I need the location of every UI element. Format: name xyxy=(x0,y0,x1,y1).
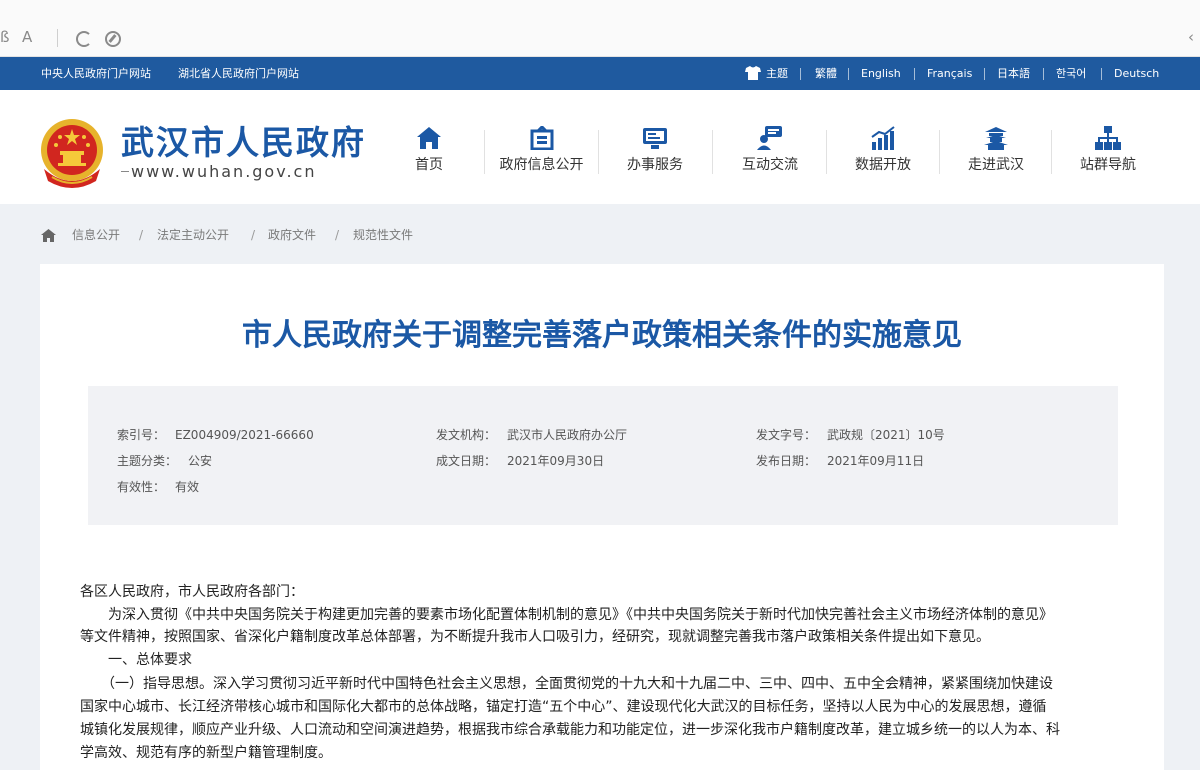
nav-divider xyxy=(1051,130,1052,174)
meta-publish-date-value: 2021年09月11日 xyxy=(827,454,925,468)
nav-divider xyxy=(826,130,827,174)
meta-doc-number-label: 发文字号： xyxy=(756,428,817,442)
nav-label: 走进武汉 xyxy=(968,157,1024,173)
domain-rule xyxy=(121,171,129,172)
breadcrumb-item[interactable]: 法定主动公开 xyxy=(157,228,229,243)
nav-label: 站群导航 xyxy=(1080,157,1136,173)
link-french[interactable]: Français xyxy=(927,66,972,81)
nav-divider xyxy=(712,130,713,174)
nav-label: 互动交流 xyxy=(742,157,798,173)
link-hubei-government[interactable]: 湖北省人民政府门户网站 xyxy=(178,66,299,81)
nav-site-groups[interactable]: 站群导航 xyxy=(1071,126,1145,178)
document-title: 市人民政府关于调整完善落户政策相关条件的实施意见 xyxy=(242,318,962,353)
link-korean[interactable]: 한국어 xyxy=(1056,66,1086,81)
top-bar-divider xyxy=(800,68,801,80)
nav-open-data[interactable]: 数据开放 xyxy=(846,126,920,178)
body-paragraph: 国家中心城市、长江经济带核心城市和国际化大都市的总体战略，锚定打造“五个中心”、… xyxy=(80,699,1047,715)
nav-interaction[interactable]: 互动交流 xyxy=(733,126,807,178)
chat-people-icon xyxy=(757,126,782,150)
meta-issuer-label: 发文机构： xyxy=(436,428,497,442)
bar-chart-icon xyxy=(871,126,895,150)
nav-services[interactable]: 办事服务 xyxy=(618,126,692,178)
meta-validity-value: 有效 xyxy=(175,480,200,494)
nav-label: 数据开放 xyxy=(855,157,911,173)
breadcrumb: 信息公开 / 法定主动公开 / 政府文件 / 规范性文件 xyxy=(0,204,1200,264)
breadcrumb-separator: / xyxy=(139,228,144,242)
back-icon[interactable]: ß xyxy=(0,28,9,46)
info-board-icon xyxy=(530,126,553,150)
nav-about-wuhan[interactable]: 走进武汉 xyxy=(959,126,1033,178)
body-paragraph: （一）指导思想。深入学习贯彻习近平新时代中国特色社会主义思想，全面贯彻党的十九大… xyxy=(80,676,1053,692)
top-bar-divider xyxy=(914,68,915,80)
nav-home[interactable]: 首页 xyxy=(404,126,454,178)
breadcrumb-item[interactable]: 规范性文件 xyxy=(353,228,413,243)
browser-toolbar: ß A ‹ xyxy=(0,0,1200,57)
meta-category-value: 公安 xyxy=(188,454,213,468)
meta-written-date-label: 成文日期： xyxy=(436,454,497,468)
link-japanese[interactable]: 日本語 xyxy=(997,66,1030,81)
breadcrumb-item[interactable]: 政府文件 xyxy=(268,228,316,243)
body-paragraph: 为深入贯彻《中共中央国务院关于构建更加完善的要素市场化配置体制机制的意见》《中共… xyxy=(80,607,1053,623)
link-german[interactable]: Deutsch xyxy=(1114,66,1159,81)
top-bar-divider xyxy=(984,68,985,80)
nav-divider xyxy=(484,130,485,174)
nav-label: 首页 xyxy=(415,157,443,173)
body-paragraph: 各区人民政府，市人民政府各部门： xyxy=(80,584,304,600)
home-icon[interactable] xyxy=(41,229,56,242)
body-paragraph: 学高效、规范有序的新型户籍管理制度。 xyxy=(80,745,332,761)
toolbar-edge-icon: ‹ xyxy=(1188,28,1194,46)
top-utility-bar: 中央人民政府门户网站 湖北省人民政府门户网站 主题 繁體 English Fra… xyxy=(0,57,1200,90)
breadcrumb-separator: / xyxy=(335,228,340,242)
compass-icon[interactable] xyxy=(105,31,121,47)
theme-shirt-icon[interactable] xyxy=(745,66,761,80)
link-central-government[interactable]: 中央人民政府门户网站 xyxy=(41,66,151,81)
meta-written-date-value: 2021年09月30日 xyxy=(507,454,605,468)
top-bar-divider xyxy=(1043,68,1044,80)
meta-publish-date-label: 发布日期： xyxy=(756,454,817,468)
nav-government-info[interactable]: 政府信息公开 xyxy=(489,126,594,178)
link-english[interactable]: English xyxy=(861,66,901,81)
site-domain: www.wuhan.gov.cn xyxy=(131,162,317,181)
site-header: 武汉市人民政府 www.wuhan.gov.cn 首页 政府信息公开 办事服务 xyxy=(0,90,1200,204)
link-theme[interactable]: 主题 xyxy=(766,66,788,81)
meta-validity-label: 有效性： xyxy=(117,480,166,494)
nav-label: 办事服务 xyxy=(627,157,683,173)
meta-index-value: EZ004909/2021-66660 xyxy=(175,428,314,442)
refresh-icon[interactable] xyxy=(76,31,92,47)
site-name[interactable]: 武汉市人民政府 xyxy=(121,124,366,162)
body-paragraph: 城镇化发展规律，顺应产业升级、人口流动和空间演进趋势，根据我市综合承载能力和功能… xyxy=(80,722,1060,738)
nav-divider xyxy=(598,130,599,174)
meta-category-label: 主题分类： xyxy=(117,454,178,468)
reader-mode-icon[interactable]: A xyxy=(22,28,32,46)
top-bar-divider xyxy=(1101,68,1102,80)
document-meta-box: 索引号： EZ004909/2021-66660 发文机构： 武汉市人民政府办公… xyxy=(88,386,1118,525)
meta-issuer-value: 武汉市人民政府办公厅 xyxy=(507,428,628,442)
meta-doc-number-value: 武政规〔2021〕10号 xyxy=(827,428,945,442)
meta-index-label: 索引号： xyxy=(117,428,166,442)
document-card: 市人民政府关于调整完善落户政策相关条件的实施意见 索引号： EZ004909/2… xyxy=(40,264,1164,770)
landmark-tower-icon xyxy=(984,127,1008,150)
nav-divider xyxy=(939,130,940,174)
toolbar-divider xyxy=(57,29,58,47)
link-traditional-chinese[interactable]: 繁體 xyxy=(815,66,837,81)
home-icon xyxy=(417,127,441,149)
breadcrumb-separator: / xyxy=(251,228,256,242)
body-section-heading: 一、总体要求 xyxy=(80,652,192,668)
top-bar-divider xyxy=(848,68,849,80)
service-window-icon xyxy=(643,128,667,149)
sitemap-icon xyxy=(1095,126,1121,150)
nav-label: 政府信息公开 xyxy=(499,157,584,173)
national-emblem-logo[interactable] xyxy=(38,117,106,189)
breadcrumb-item[interactable]: 信息公开 xyxy=(72,228,120,243)
body-paragraph: 等文件精神，按照国家、省深化户籍制度改革总体部署，为不断提升我市人口吸引力，经研… xyxy=(80,629,990,645)
